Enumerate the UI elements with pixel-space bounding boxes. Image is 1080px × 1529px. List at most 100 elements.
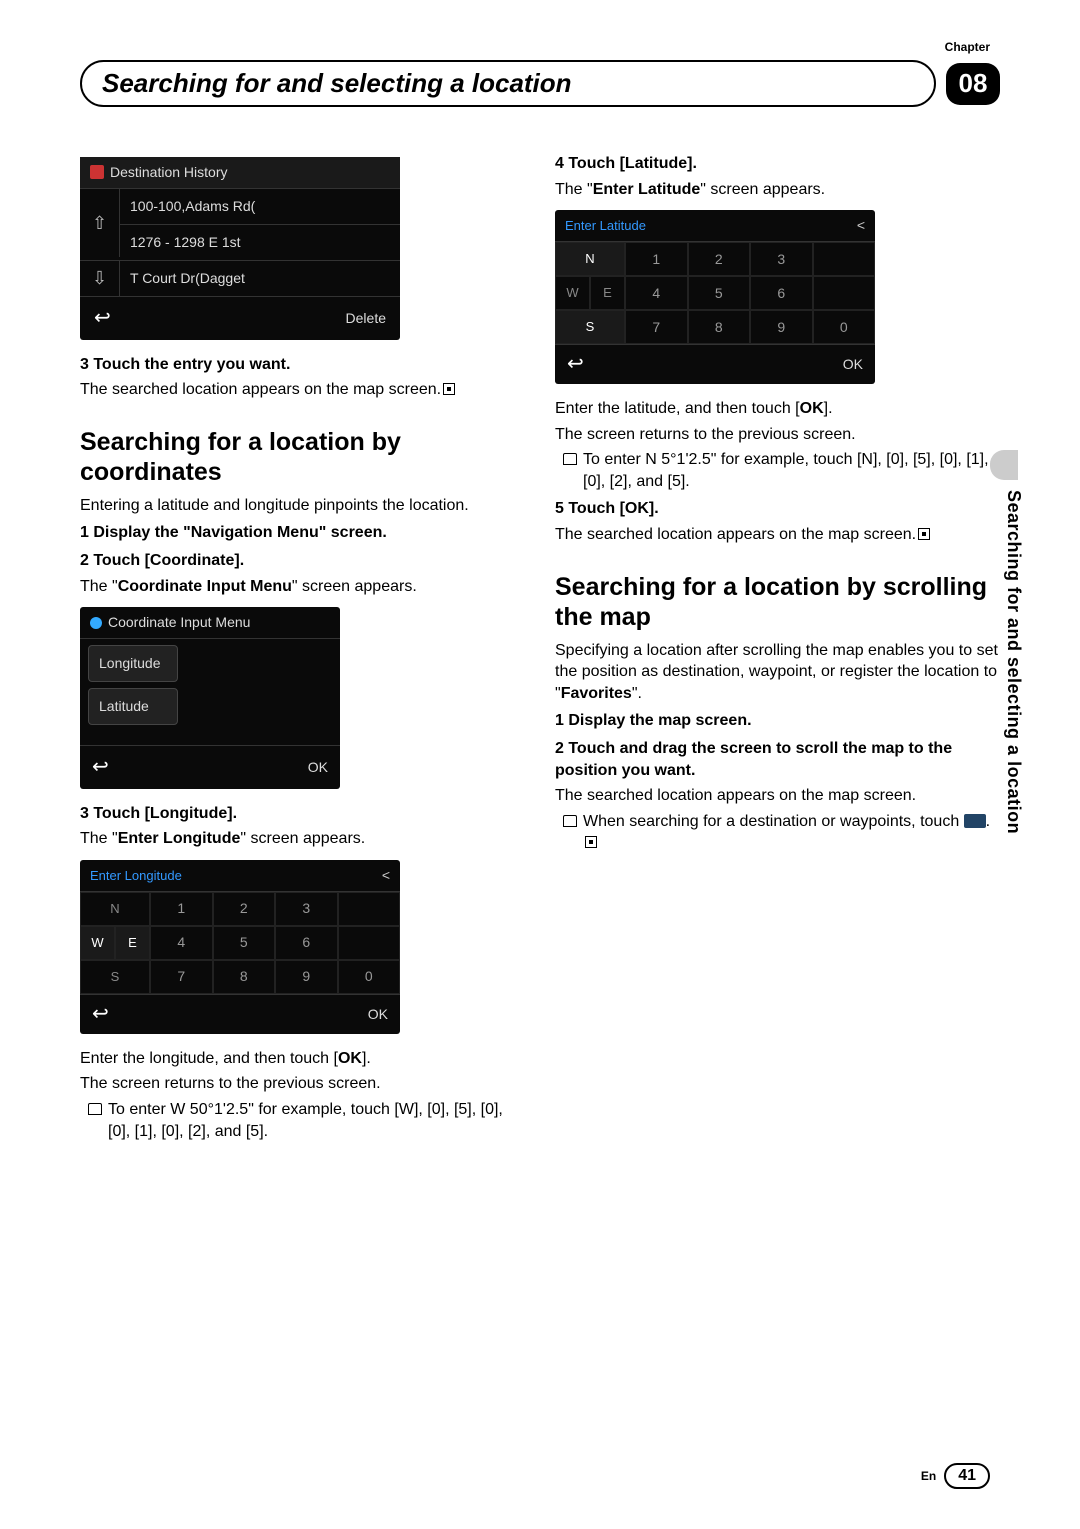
page-header: Searching for and selecting a location 0… [80,60,1000,107]
lat-note: To enter N 5°1'2.5" for example, touch [… [555,449,1000,492]
latitude-button[interactable]: Latitude [88,688,178,725]
coord-step-2: 2 Touch [Coordinate]. [80,550,525,572]
map-step-2: 2 Touch and drag the screen to scroll th… [555,738,1000,781]
ok-button[interactable]: OK [308,758,328,777]
coord-step-2-body: The "Coordinate Input Menu" screen appea… [80,576,525,598]
step-5: 5 Touch [OK]. [555,498,1000,520]
numeric-keypad: 1 2 3 4 5 6 7 8 9 0 [625,242,875,344]
dir-n[interactable]: N [80,892,150,926]
map-note: When searching for a destination or wayp… [555,811,1000,854]
back-icon[interactable]: ↩ [567,351,584,378]
key-0[interactable]: 0 [813,310,876,344]
key-blank [338,892,401,926]
key-5[interactable]: 5 [213,926,276,960]
key-8[interactable]: 8 [213,960,276,994]
figure-enter-longitude: Enter Longitude < N W E S 1 2 3 4 5 6 [80,860,400,1034]
footer-lang: En [921,1469,936,1483]
right-column: 4 Touch [Latitude]. The "Enter Latitude"… [555,147,1000,1146]
figure-coordinate-input-menu: Coordinate Input Menu Longitude Latitude… [80,607,340,789]
dir-n[interactable]: N [555,242,625,276]
dh-row-2[interactable]: T Court Dr(Dagget [120,261,400,296]
back-icon[interactable]: ↩ [92,1001,109,1028]
dir-w[interactable]: W [555,276,590,310]
dir-s[interactable]: S [555,310,625,344]
key-blank [813,242,876,276]
map-step-1: 1 Display the map screen. [555,710,1000,732]
dir-e[interactable]: E [115,926,150,960]
lat-title: Enter Latitude [565,217,646,235]
flag-icon [964,814,986,828]
step-3-body: The searched location appears on the map… [80,379,525,401]
key-5[interactable]: 5 [688,276,751,310]
key-2[interactable]: 2 [688,242,751,276]
key-3[interactable]: 3 [275,892,338,926]
page-title: Searching for and selecting a location [80,60,936,107]
scroll-down-icon[interactable]: ⇩ [80,261,120,296]
cim-titlebar: Coordinate Input Menu [80,607,340,639]
figure-destination-history: Destination History ⇧ 100-100,Adams Rd( … [80,157,400,340]
step-3: 3 Touch the entry you want. [80,354,525,376]
key-3[interactable]: 3 [750,242,813,276]
dir-e[interactable]: E [590,276,625,310]
coord-step-1: 1 Display the "Navigation Menu" screen. [80,522,525,544]
end-mark-icon [585,836,597,848]
coords-intro: Entering a latitude and longitude pinpoi… [80,495,525,517]
lon-p2: The screen returns to the previous scree… [80,1073,525,1095]
key-1[interactable]: 1 [625,242,688,276]
key-6[interactable]: 6 [750,276,813,310]
step-5-body: The searched location appears on the map… [555,524,1000,546]
key-7[interactable]: 7 [625,310,688,344]
map-step-2-body: The searched location appears on the map… [555,785,1000,807]
left-column: Destination History ⇧ 100-100,Adams Rd( … [80,147,525,1146]
key-9[interactable]: 9 [750,310,813,344]
lon-note: To enter W 50°1'2.5" for example, touch … [80,1099,525,1142]
note-icon [88,1103,102,1115]
dir-w[interactable]: W [80,926,115,960]
key-7[interactable]: 7 [150,960,213,994]
figure-enter-latitude: Enter Latitude < N W E S 1 2 3 4 5 6 [555,210,875,384]
lon-p1: Enter the longitude, and then touch [OK]… [80,1048,525,1070]
lon-title: Enter Longitude [90,867,182,885]
key-8[interactable]: 8 [688,310,751,344]
delete-button[interactable]: Delete [346,309,386,328]
page-footer: En 41 [921,1463,990,1489]
dir-s[interactable]: S [80,960,150,994]
back-icon[interactable]: ↩ [92,754,109,781]
cim-title-text: Coordinate Input Menu [108,613,250,632]
history-icon [90,165,104,179]
key-4[interactable]: 4 [150,926,213,960]
ok-button[interactable]: OK [368,1005,388,1024]
key-0[interactable]: 0 [338,960,401,994]
dh-title-text: Destination History [110,163,228,182]
lat-p2: The screen returns to the previous scree… [555,424,1000,446]
key-9[interactable]: 9 [275,960,338,994]
side-running-title: Searching for and selecting a location [1003,490,1024,834]
heading-coordinates: Searching for a location by coordinates [80,427,525,487]
step-4-body: The "Enter Latitude" screen appears. [555,179,1000,201]
longitude-button[interactable]: Longitude [88,645,178,682]
chapter-number-badge: 08 [946,63,1000,105]
scroll-intro: Specifying a location after scrolling th… [555,640,1000,705]
key-4[interactable]: 4 [625,276,688,310]
step-4: 4 Touch [Latitude]. [555,153,1000,175]
globe-icon [90,617,102,629]
numeric-keypad: 1 2 3 4 5 6 7 8 9 0 [150,892,400,994]
dh-titlebar: Destination History [80,157,400,189]
back-icon[interactable]: ↩ [94,305,111,332]
ok-button[interactable]: OK [843,355,863,374]
lat-p1: Enter the latitude, and then touch [OK]. [555,398,1000,420]
coord-step-3: 3 Touch [Longitude]. [80,803,525,825]
dh-row-1[interactable]: 1276 - 1298 E 1st [120,225,400,260]
key-6[interactable]: 6 [275,926,338,960]
heading-scroll-map: Searching for a location by scrolling th… [555,572,1000,632]
close-icon[interactable]: < [382,866,390,885]
key-2[interactable]: 2 [213,892,276,926]
side-tab [990,450,1018,480]
note-icon [563,453,577,465]
end-mark-icon [918,528,930,540]
dh-row-0[interactable]: 100-100,Adams Rd( [120,189,400,225]
scroll-up-icon[interactable]: ⇧ [80,189,120,257]
close-icon[interactable]: < [857,216,865,235]
page-number: 41 [944,1463,990,1489]
key-1[interactable]: 1 [150,892,213,926]
